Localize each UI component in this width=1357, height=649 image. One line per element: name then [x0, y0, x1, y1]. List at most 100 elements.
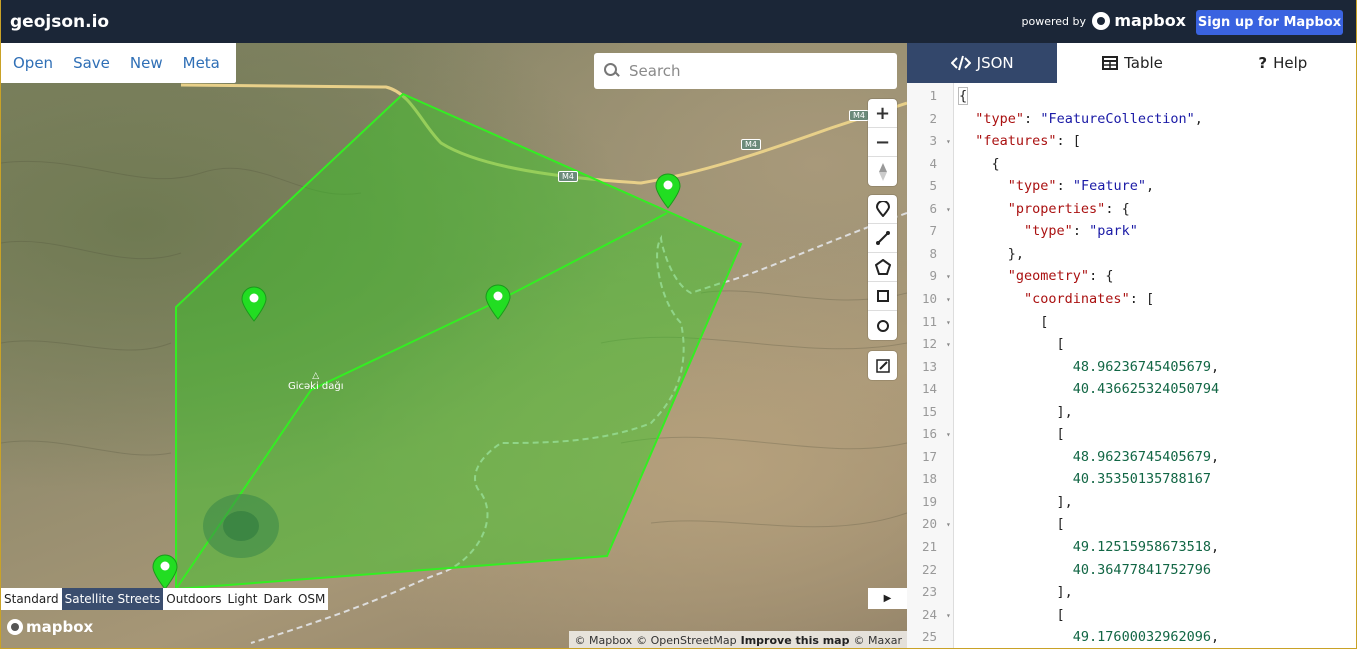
fold-toggle-icon[interactable]: ▾: [946, 340, 951, 349]
polygon-icon: [874, 259, 891, 275]
tab-help-label: Help: [1273, 54, 1308, 72]
meta-button[interactable]: Meta: [179, 54, 224, 72]
tab-table[interactable]: Table: [1057, 43, 1208, 83]
minus-icon: −: [874, 131, 891, 153]
line-number: 25: [921, 629, 937, 645]
code-line: ],: [959, 403, 1073, 420]
line-number: 21: [921, 539, 937, 554]
mapbox-logo[interactable]: mapbox: [1092, 11, 1186, 30]
app-title[interactable]: geojson.io: [10, 12, 109, 32]
map-marker[interactable]: [152, 554, 178, 590]
place-label: △ Gicəki dağı: [288, 371, 344, 392]
map-attribution: © Mapbox © OpenStreetMap Improve this ma…: [569, 631, 907, 648]
map-marker[interactable]: [655, 173, 681, 209]
collapse-panel-button[interactable]: ▶: [868, 588, 907, 609]
json-editor[interactable]: 1 2 3 ▾ 4 5 6 ▾ 7 8 9 ▾ 10 ▾ 11 ▾ 12 ▾ 13 14 15 16 ▾ 17 18 19 20 ▾ 2…: [907, 83, 1356, 648]
search-icon: [604, 63, 620, 79]
question-icon: ?: [1258, 54, 1268, 72]
road-label: M4: [849, 110, 869, 121]
zoom-out-button[interactable]: −: [868, 128, 897, 157]
line-number: 9: [929, 268, 937, 284]
line-number: 4: [929, 155, 937, 171]
code-line: [: [959, 516, 1065, 533]
code-line: "properties": {: [1007, 200, 1130, 217]
road-label: M4: [558, 171, 578, 182]
line-number: 2: [929, 110, 937, 126]
line-number: 14: [921, 381, 937, 397]
code-line: 40.35350135788167: [1072, 471, 1211, 488]
fold-toggle-icon[interactable]: ▾: [946, 272, 951, 281]
open-button[interactable]: Open: [9, 54, 57, 72]
style-option-satellite-streets[interactable]: Satellite Streets: [61, 588, 164, 610]
code-line: 48.96236745405679,: [1072, 358, 1220, 375]
attribution-mapbox[interactable]: © Mapbox: [574, 634, 632, 647]
code-line: "features": [: [975, 133, 1081, 150]
fold-toggle-icon[interactable]: ▾: [946, 611, 951, 620]
line-number: 19: [921, 493, 937, 509]
code-line: [: [959, 313, 1049, 330]
new-button[interactable]: New: [126, 54, 167, 72]
rectangle-icon: [876, 290, 889, 302]
compass-button[interactable]: [868, 157, 897, 186]
line-number: 24: [921, 606, 937, 622]
road-label: M4: [741, 139, 761, 150]
draw-point-button[interactable]: [868, 195, 897, 224]
line-number: 6: [929, 200, 937, 216]
mapbox-watermark[interactable]: mapbox: [7, 618, 93, 636]
attribution-maxar[interactable]: © Maxar: [853, 634, 902, 647]
attribution-osm[interactable]: © OpenStreetMap: [636, 634, 737, 647]
line-number: 18: [921, 471, 937, 487]
line-number: 17: [921, 448, 937, 464]
tab-table-label: Table: [1124, 54, 1163, 72]
improve-map-link[interactable]: Improve this map: [741, 634, 850, 647]
style-option-outdoors[interactable]: Outdoors: [163, 588, 224, 610]
line-number: 12: [921, 336, 937, 352]
code-line: "type": "FeatureCollection",: [975, 110, 1203, 127]
file-menu: Open Save New Meta: [1, 43, 236, 83]
code-line: 49.12515958673518,: [1072, 539, 1220, 555]
fold-toggle-icon[interactable]: ▾: [946, 295, 951, 304]
code-line: {: [959, 155, 1000, 172]
style-option-light[interactable]: Light: [225, 588, 261, 610]
app-window: geojson.io powered by mapbox Sign up for…: [0, 0, 1357, 649]
style-option-dark[interactable]: Dark: [260, 588, 294, 610]
draw-line-button[interactable]: [868, 224, 897, 253]
draw-circle-button[interactable]: [868, 311, 897, 340]
line-number: 16: [921, 426, 937, 442]
line-number: 3: [929, 133, 937, 149]
save-button[interactable]: Save: [69, 54, 114, 72]
map-marker[interactable]: [485, 284, 511, 320]
zoom-in-button[interactable]: +: [868, 99, 897, 128]
search-input[interactable]: [629, 62, 879, 80]
fold-toggle-icon[interactable]: ▾: [946, 205, 951, 214]
code-line: 48.96236745405679,: [1072, 448, 1220, 465]
map-canvas[interactable]: △ Gicəki dağı M4 M4 M4 Open Save New Met…: [1, 43, 907, 648]
panel-tabs: JSON Table ? Help: [907, 43, 1356, 83]
map-marker[interactable]: [241, 286, 267, 322]
tab-help[interactable]: ? Help: [1207, 43, 1356, 83]
fold-toggle-icon[interactable]: ▾: [946, 520, 951, 529]
style-option-standard[interactable]: Standard: [1, 588, 62, 610]
map-style-switcher: Standard Satellite Streets Outdoors Ligh…: [1, 588, 329, 610]
edit-button[interactable]: [868, 351, 897, 380]
code-line: "coordinates": [: [1024, 290, 1155, 307]
code-line: 49.17600032962096,: [1072, 629, 1220, 646]
line-number: 8: [929, 245, 937, 261]
code-line: ],: [959, 493, 1073, 510]
fold-toggle-icon[interactable]: ▾: [946, 137, 951, 146]
draw-rectangle-button[interactable]: [868, 282, 897, 311]
code-line: 40.436625324050794: [1072, 381, 1220, 398]
fold-toggle-icon[interactable]: ▾: [946, 430, 951, 439]
map-overlay: [1, 83, 907, 644]
signup-button[interactable]: Sign up for Mapbox: [1196, 10, 1343, 35]
zoom-controls: + −: [868, 99, 897, 186]
powered-by-text: powered by: [1021, 15, 1087, 28]
circle-icon: [876, 319, 889, 332]
tab-json[interactable]: JSON: [907, 43, 1058, 83]
line-number: 23: [921, 584, 937, 600]
style-option-osm[interactable]: OSM: [295, 588, 328, 610]
fold-toggle-icon[interactable]: ▾: [946, 318, 951, 327]
line-number: 7: [929, 223, 937, 239]
draw-polygon-button[interactable]: [868, 253, 897, 282]
search-box[interactable]: [594, 53, 897, 89]
